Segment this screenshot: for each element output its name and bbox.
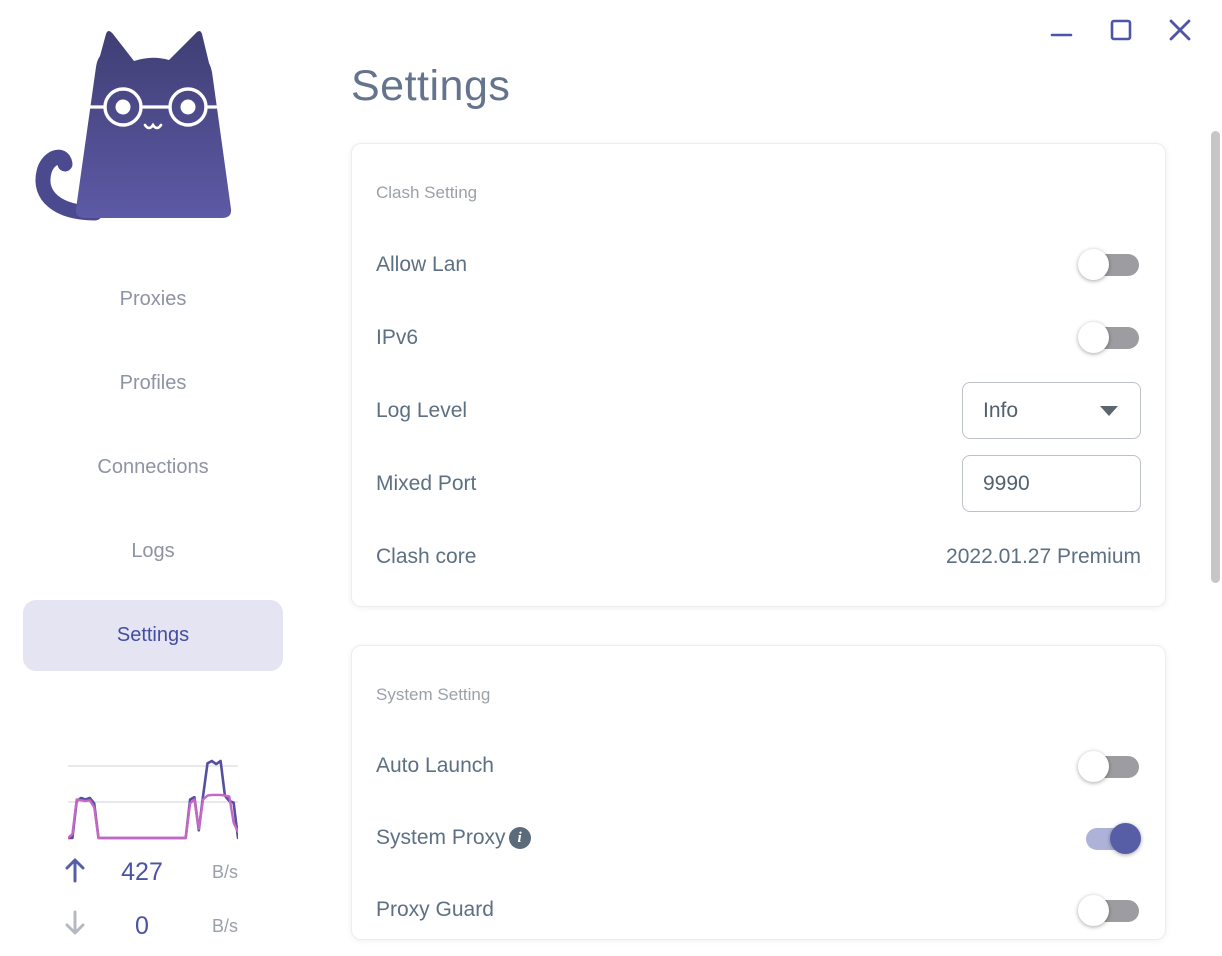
minimize-icon	[1049, 18, 1073, 45]
log-level-row: Log Level Info	[376, 374, 1141, 447]
traffic-chart	[66, 754, 240, 845]
page-title: Settings	[351, 62, 511, 110]
log-level-selected-value: Info	[983, 398, 1019, 422]
auto-launch-row: Auto Launch	[376, 730, 1141, 802]
sidebar: Proxies Profiles Connections Logs Settings 4…	[0, 0, 306, 956]
sidebar-item-settings[interactable]: Settings	[23, 600, 283, 671]
proxy-guard-label: Proxy Guard	[376, 898, 494, 921]
auto-launch-label: Auto Launch	[376, 754, 494, 777]
sidebar-nav: Proxies Profiles Connections Logs Settings	[23, 264, 283, 684]
download-value: 0	[135, 911, 149, 940]
toggle-knob	[1110, 822, 1141, 854]
upload-value: 427	[121, 857, 163, 886]
system-proxy-toggle[interactable]	[1078, 822, 1141, 854]
sidebar-item-proxies[interactable]: Proxies	[23, 264, 283, 335]
cat-logo	[30, 25, 235, 230]
sidebar-item-logs[interactable]: Logs	[23, 516, 283, 587]
clash-setting-card: Clash Setting Allow Lan IPv6 Log Level Info…	[351, 143, 1166, 607]
mixed-port-row: Mixed Port	[376, 447, 1141, 520]
toggle-knob	[1078, 249, 1109, 280]
system-setting-card: System Setting Auto Launch System Proxy i P…	[351, 645, 1166, 940]
card-section-title: System Setting	[376, 685, 491, 704]
close-button[interactable]	[1163, 14, 1197, 48]
upload-stat: 427 B/s	[64, 852, 238, 892]
system-proxy-label: System Proxy i	[376, 826, 531, 850]
log-level-label: Log Level	[376, 398, 468, 422]
chevron-down-icon	[1100, 405, 1118, 416]
allow-lan-toggle[interactable]	[1078, 249, 1141, 280]
log-level-select[interactable]: Info	[962, 382, 1141, 439]
clash-core-row: Clash core 2022.01.27 Premium	[376, 520, 1141, 593]
upload-line	[66, 759, 240, 840]
minimize-button[interactable]	[1044, 14, 1078, 48]
sidebar-item-profiles[interactable]: Profiles	[23, 348, 283, 419]
toggle-knob	[1078, 322, 1109, 353]
ipv6-label: IPv6	[376, 325, 419, 349]
toggle-knob	[1078, 750, 1109, 782]
arrow-down-icon	[64, 910, 86, 942]
ipv6-row: IPv6	[376, 301, 1141, 374]
clash-core-label: Clash core	[376, 544, 477, 568]
download-unit: B/s	[211, 915, 238, 936]
allow-lan-row: Allow Lan	[376, 228, 1141, 301]
toggle-knob	[1078, 894, 1109, 926]
clash-core-value: 2022.01.27 Premium	[946, 544, 1141, 568]
info-icon[interactable]: i	[508, 827, 531, 849]
download-stat: 0 B/s	[64, 906, 238, 946]
arrow-up-icon	[64, 856, 86, 888]
mixed-port-input[interactable]	[962, 455, 1141, 512]
proxy-guard-toggle[interactable]	[1078, 894, 1141, 926]
sidebar-item-connections[interactable]: Connections	[23, 432, 283, 503]
close-icon	[1168, 18, 1192, 45]
auto-launch-toggle[interactable]	[1078, 750, 1141, 782]
proxy-guard-row: Proxy Guard	[376, 874, 1141, 939]
mixed-port-label: Mixed Port	[376, 471, 477, 495]
allow-lan-label: Allow Lan	[376, 252, 468, 276]
maximize-button[interactable]	[1104, 14, 1138, 48]
upload-unit: B/s	[211, 861, 238, 882]
card-section-title: Clash Setting	[376, 183, 478, 202]
maximize-icon	[1109, 18, 1133, 45]
system-proxy-row: System Proxy i	[376, 802, 1141, 874]
vertical-scrollbar[interactable]	[1211, 131, 1220, 583]
ipv6-toggle[interactable]	[1078, 322, 1141, 353]
